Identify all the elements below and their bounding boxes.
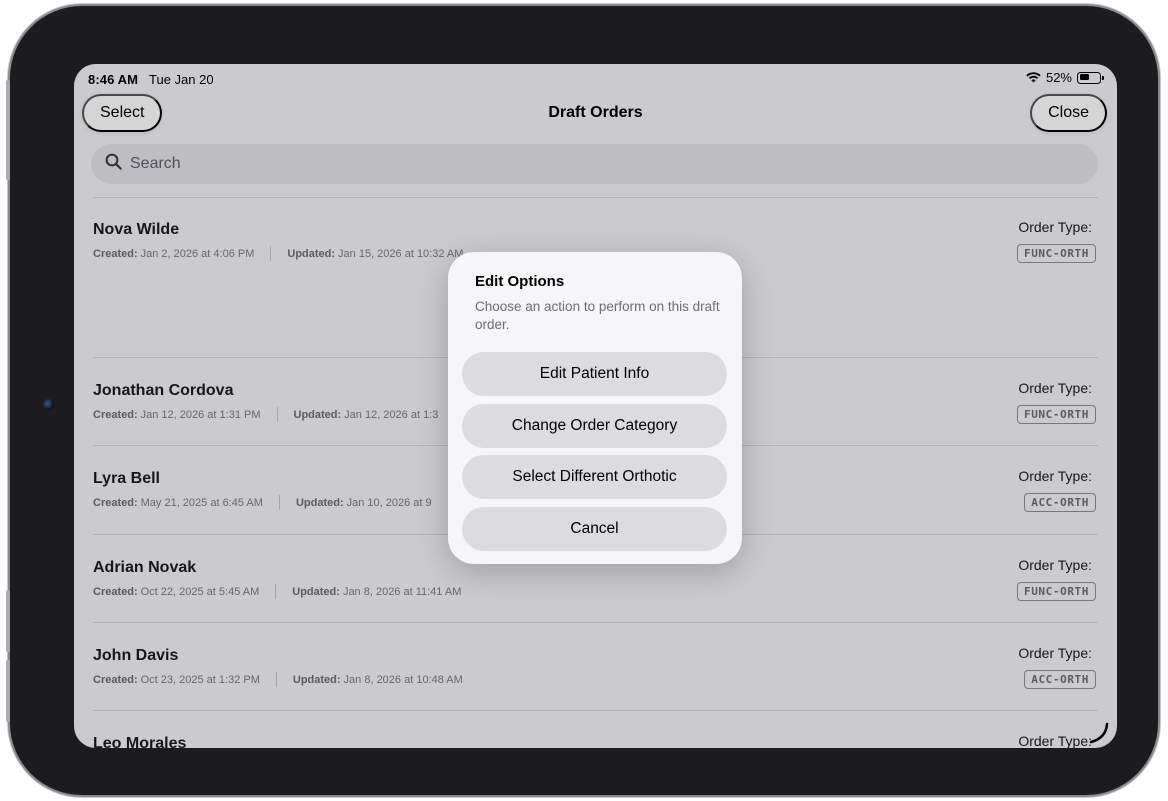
- dialog-title: Edit Options: [475, 273, 565, 290]
- front-camera-icon: [43, 399, 54, 410]
- cancel-button[interactable]: Cancel: [462, 507, 727, 551]
- select-different-orthotic-button[interactable]: Select Different Orthotic: [462, 455, 727, 499]
- change-order-category-button[interactable]: Change Order Category: [462, 404, 727, 448]
- top-button: [6, 80, 10, 180]
- ipad-frame: 8:46 AM Tue Jan 20 52% Select Draft Orde…: [10, 6, 1158, 795]
- edit-patient-info-button[interactable]: Edit Patient Info: [462, 352, 727, 396]
- dialog-description: Choose an action to perform on this draf…: [475, 299, 720, 332]
- volume-up-button: [6, 590, 10, 652]
- loading-spinner-icon: [1089, 722, 1109, 744]
- screen: 8:46 AM Tue Jan 20 52% Select Draft Orde…: [74, 64, 1117, 748]
- volume-down-button: [6, 660, 10, 722]
- edit-options-dialog: Edit Options Choose an action to perform…: [448, 252, 742, 564]
